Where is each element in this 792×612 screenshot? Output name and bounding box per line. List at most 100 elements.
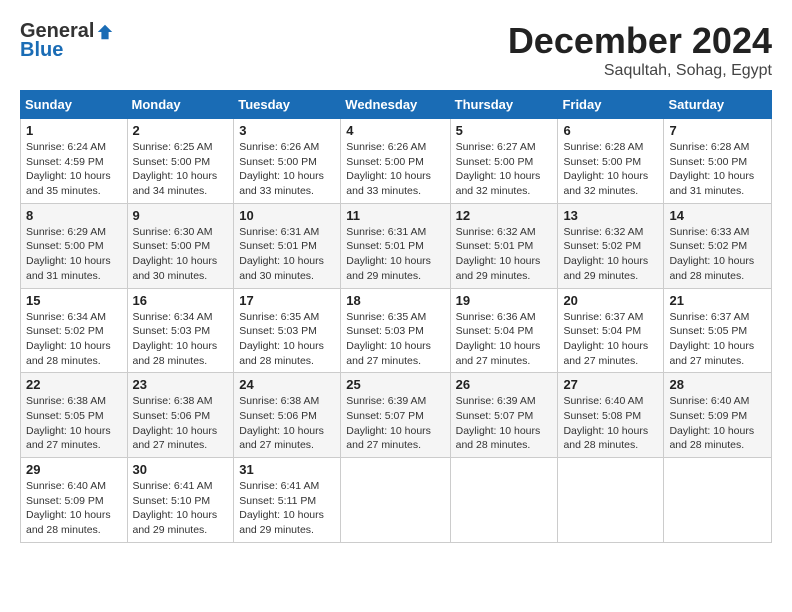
calendar-week-row: 22Sunrise: 6:38 AMSunset: 5:05 PMDayligh… bbox=[21, 373, 772, 458]
calendar-cell: 10Sunrise: 6:31 AMSunset: 5:01 PMDayligh… bbox=[234, 203, 341, 288]
day-info: Sunrise: 6:35 AMSunset: 5:03 PMDaylight:… bbox=[239, 310, 335, 369]
calendar-cell: 21 Sunrise: 6:37 AMSunset: 5:05 PMDayligh… bbox=[664, 288, 772, 373]
calendar-header-sunday: Sunday bbox=[21, 91, 128, 119]
day-number: 30 bbox=[133, 462, 229, 477]
day-info: Sunrise: 6:37 AMSunset: 5:05 PMDaylight:… bbox=[669, 310, 766, 369]
day-info: Sunrise: 6:24 AMSunset: 4:59 PMDaylight:… bbox=[26, 140, 122, 199]
location: Saqultah, Sohag, Egypt bbox=[508, 62, 772, 80]
logo-blue: Blue bbox=[20, 39, 63, 62]
day-number: 22 bbox=[26, 377, 122, 392]
day-info: Sunrise: 6:38 AMSunset: 5:06 PMDaylight:… bbox=[239, 394, 335, 453]
calendar-table: SundayMondayTuesdayWednesdayThursdayFrid… bbox=[20, 90, 772, 543]
calendar-cell: 9Sunrise: 6:30 AMSunset: 5:00 PMDaylight… bbox=[127, 203, 234, 288]
day-number: 6 bbox=[563, 123, 658, 138]
calendar-header-friday: Friday bbox=[558, 91, 664, 119]
calendar-week-row: 1 Sunrise: 6:24 AMSunset: 4:59 PMDaylight… bbox=[21, 119, 772, 204]
day-number: 12 bbox=[456, 208, 553, 223]
logo-icon bbox=[96, 23, 114, 41]
day-number: 5 bbox=[456, 123, 553, 138]
day-number: 18 bbox=[346, 293, 444, 308]
day-info: Sunrise: 6:35 AMSunset: 5:03 PMDaylight:… bbox=[346, 310, 444, 369]
day-number: 25 bbox=[346, 377, 444, 392]
day-number: 17 bbox=[239, 293, 335, 308]
day-number: 27 bbox=[563, 377, 658, 392]
page-header: General Blue December 2024 Saqultah, Soh… bbox=[20, 20, 772, 80]
day-number: 9 bbox=[133, 208, 229, 223]
day-info: Sunrise: 6:36 AMSunset: 5:04 PMDaylight:… bbox=[456, 310, 553, 369]
day-number: 29 bbox=[26, 462, 122, 477]
day-info: Sunrise: 6:28 AMSunset: 5:00 PMDaylight:… bbox=[563, 140, 658, 199]
day-info: Sunrise: 6:40 AMSunset: 5:09 PMDaylight:… bbox=[26, 479, 122, 538]
calendar-header-tuesday: Tuesday bbox=[234, 91, 341, 119]
day-info: Sunrise: 6:41 AMSunset: 5:11 PMDaylight:… bbox=[239, 479, 335, 538]
day-number: 15 bbox=[26, 293, 122, 308]
day-info: Sunrise: 6:31 AMSunset: 5:01 PMDaylight:… bbox=[239, 225, 335, 284]
calendar-cell: 1 Sunrise: 6:24 AMSunset: 4:59 PMDaylight… bbox=[21, 119, 128, 204]
calendar-cell: 24Sunrise: 6:38 AMSunset: 5:06 PMDayligh… bbox=[234, 373, 341, 458]
day-info: Sunrise: 6:33 AMSunset: 5:02 PMDaylight:… bbox=[669, 225, 766, 284]
calendar-cell: 14 Sunrise: 6:33 AMSunset: 5:02 PMDayligh… bbox=[664, 203, 772, 288]
logo: General Blue bbox=[20, 20, 114, 62]
day-info: Sunrise: 6:31 AMSunset: 5:01 PMDaylight:… bbox=[346, 225, 444, 284]
day-number: 20 bbox=[563, 293, 658, 308]
calendar-cell: 13 Sunrise: 6:32 AMSunset: 5:02 PMDayligh… bbox=[558, 203, 664, 288]
day-number: 3 bbox=[239, 123, 335, 138]
day-info: Sunrise: 6:37 AMSunset: 5:04 PMDaylight:… bbox=[563, 310, 658, 369]
calendar-cell: 18 Sunrise: 6:35 AMSunset: 5:03 PMDayligh… bbox=[341, 288, 450, 373]
day-info: Sunrise: 6:28 AMSunset: 5:00 PMDaylight:… bbox=[669, 140, 766, 199]
calendar-week-row: 29 Sunrise: 6:40 AMSunset: 5:09 PMDayligh… bbox=[21, 458, 772, 543]
day-number: 1 bbox=[26, 123, 122, 138]
calendar-header-saturday: Saturday bbox=[664, 91, 772, 119]
day-number: 14 bbox=[669, 208, 766, 223]
day-number: 13 bbox=[563, 208, 658, 223]
calendar-cell bbox=[664, 458, 772, 543]
day-info: Sunrise: 6:39 AMSunset: 5:07 PMDaylight:… bbox=[456, 394, 553, 453]
calendar-cell: 11 Sunrise: 6:31 AMSunset: 5:01 PMDayligh… bbox=[341, 203, 450, 288]
calendar-cell: 6 Sunrise: 6:28 AMSunset: 5:00 PMDaylight… bbox=[558, 119, 664, 204]
calendar-cell: 7 Sunrise: 6:28 AMSunset: 5:00 PMDaylight… bbox=[664, 119, 772, 204]
calendar-cell: 3 Sunrise: 6:26 AMSunset: 5:00 PMDaylight… bbox=[234, 119, 341, 204]
calendar-header-thursday: Thursday bbox=[450, 91, 558, 119]
day-number: 2 bbox=[133, 123, 229, 138]
calendar-cell: 27 Sunrise: 6:40 AMSunset: 5:08 PMDayligh… bbox=[558, 373, 664, 458]
calendar-cell: 19 Sunrise: 6:36 AMSunset: 5:04 PMDayligh… bbox=[450, 288, 558, 373]
day-info: Sunrise: 6:40 AMSunset: 5:08 PMDaylight:… bbox=[563, 394, 658, 453]
calendar-cell: 4Sunrise: 6:26 AMSunset: 5:00 PMDaylight… bbox=[341, 119, 450, 204]
day-number: 26 bbox=[456, 377, 553, 392]
day-info: Sunrise: 6:32 AMSunset: 5:02 PMDaylight:… bbox=[563, 225, 658, 284]
calendar-cell bbox=[450, 458, 558, 543]
month-title: December 2024 bbox=[508, 20, 772, 62]
calendar-cell: 12 Sunrise: 6:32 AMSunset: 5:01 PMDayligh… bbox=[450, 203, 558, 288]
calendar-cell: 29 Sunrise: 6:40 AMSunset: 5:09 PMDayligh… bbox=[21, 458, 128, 543]
calendar-cell: 23 Sunrise: 6:38 AMSunset: 5:06 PMDayligh… bbox=[127, 373, 234, 458]
day-info: Sunrise: 6:27 AMSunset: 5:00 PMDaylight:… bbox=[456, 140, 553, 199]
day-number: 16 bbox=[133, 293, 229, 308]
title-block: December 2024 Saqultah, Sohag, Egypt bbox=[508, 20, 772, 80]
calendar-cell: 22Sunrise: 6:38 AMSunset: 5:05 PMDayligh… bbox=[21, 373, 128, 458]
day-number: 7 bbox=[669, 123, 766, 138]
day-number: 19 bbox=[456, 293, 553, 308]
day-info: Sunrise: 6:38 AMSunset: 5:06 PMDaylight:… bbox=[133, 394, 229, 453]
calendar-cell: 5 Sunrise: 6:27 AMSunset: 5:00 PMDaylight… bbox=[450, 119, 558, 204]
calendar-cell: 2Sunrise: 6:25 AMSunset: 5:00 PMDaylight… bbox=[127, 119, 234, 204]
day-info: Sunrise: 6:32 AMSunset: 5:01 PMDaylight:… bbox=[456, 225, 553, 284]
calendar-cell: 25Sunrise: 6:39 AMSunset: 5:07 PMDayligh… bbox=[341, 373, 450, 458]
calendar-cell: 20 Sunrise: 6:37 AMSunset: 5:04 PMDayligh… bbox=[558, 288, 664, 373]
day-info: Sunrise: 6:29 AMSunset: 5:00 PMDaylight:… bbox=[26, 225, 122, 284]
calendar-cell: 30Sunrise: 6:41 AMSunset: 5:10 PMDayligh… bbox=[127, 458, 234, 543]
day-info: Sunrise: 6:26 AMSunset: 5:00 PMDaylight:… bbox=[346, 140, 444, 199]
day-info: Sunrise: 6:40 AMSunset: 5:09 PMDaylight:… bbox=[669, 394, 766, 453]
calendar-cell: 15 Sunrise: 6:34 AMSunset: 5:02 PMDayligh… bbox=[21, 288, 128, 373]
calendar-header-row: SundayMondayTuesdayWednesdayThursdayFrid… bbox=[21, 91, 772, 119]
day-number: 11 bbox=[346, 208, 444, 223]
calendar-cell: 26 Sunrise: 6:39 AMSunset: 5:07 PMDayligh… bbox=[450, 373, 558, 458]
day-info: Sunrise: 6:34 AMSunset: 5:03 PMDaylight:… bbox=[133, 310, 229, 369]
day-info: Sunrise: 6:26 AMSunset: 5:00 PMDaylight:… bbox=[239, 140, 335, 199]
day-number: 23 bbox=[133, 377, 229, 392]
calendar-cell: 28 Sunrise: 6:40 AMSunset: 5:09 PMDayligh… bbox=[664, 373, 772, 458]
day-number: 21 bbox=[669, 293, 766, 308]
calendar-header-monday: Monday bbox=[127, 91, 234, 119]
day-info: Sunrise: 6:34 AMSunset: 5:02 PMDaylight:… bbox=[26, 310, 122, 369]
calendar-header-wednesday: Wednesday bbox=[341, 91, 450, 119]
day-number: 28 bbox=[669, 377, 766, 392]
